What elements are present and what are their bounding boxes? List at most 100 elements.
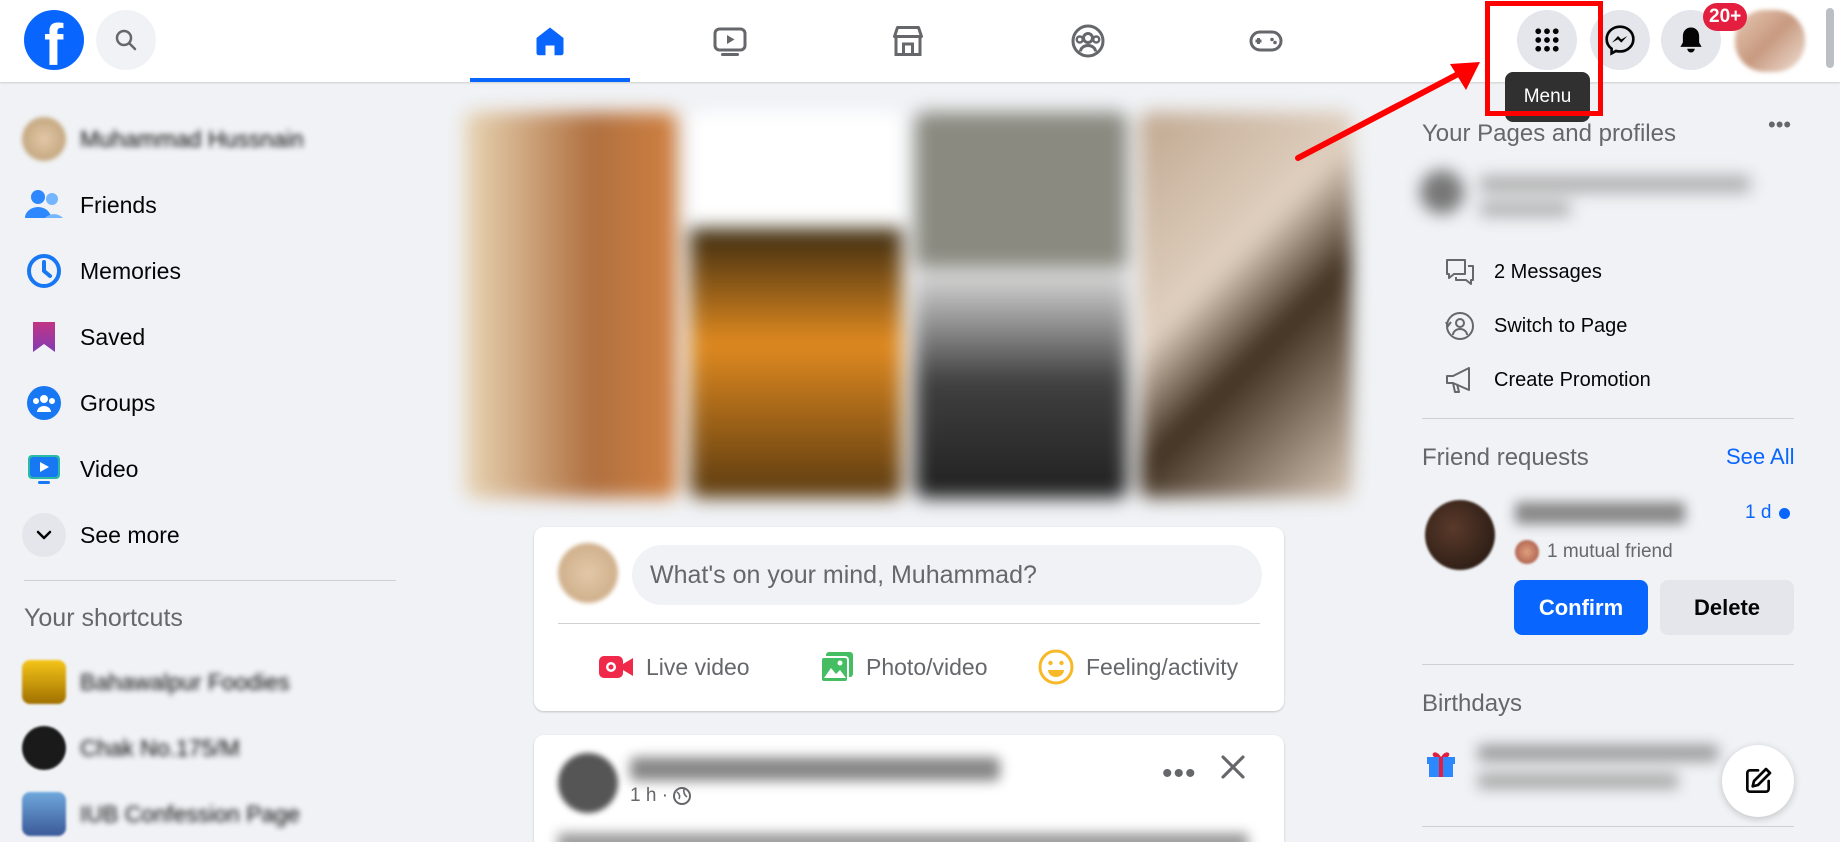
annotation-arrow [1295,62,1480,161]
shortcuts-title: Your shortcuts [24,604,183,632]
bookmark-icon [33,322,55,352]
sidebar-item-label: Friends [80,191,157,218]
stories-carousel[interactable] [465,112,1357,498]
shortcut-avatar [22,792,66,836]
pages-more-button[interactable]: ••• [1768,112,1791,138]
shortcut-item[interactable]: IUB Confession Page [22,789,402,839]
photo-video-button[interactable]: Photo/video [820,637,987,697]
shortcut-item[interactable]: Chak No.175/M [22,723,402,773]
post-author-name[interactable] [630,757,1000,781]
post-close-button[interactable] [1218,749,1248,791]
groups-icon [1071,24,1105,58]
sidebar-item-label: Groups [80,389,156,416]
groups-icon [27,386,61,420]
sidebar-item-video[interactable]: Video [22,444,402,494]
profile-name: Muhammad Hussnain [80,125,304,152]
gift-icon [1424,745,1458,784]
feeling-activity-label: Feeling/activity [1086,653,1239,680]
home-icon [536,27,564,56]
sidebar-divider [24,580,396,581]
mutual-friends[interactable]: 1 mutual friend [1515,540,1673,564]
compose-icon [1746,767,1772,793]
mutual-friend-avatar [1515,540,1539,564]
shortcut-label: Chak No.175/M [80,734,240,761]
live-video-icon [599,656,633,678]
shortcut-avatar [22,660,66,704]
post-timestamp[interactable]: 1 h · [630,785,692,807]
sidebar-item-label: Memories [80,257,181,284]
see-all-link[interactable]: See All [1726,444,1795,470]
post-author-avatar[interactable] [558,753,618,813]
memories-icon [27,254,61,288]
delete-button[interactable]: Delete [1660,580,1794,635]
switch-to-page-item[interactable]: Switch to Page [1440,306,1627,346]
right-divider [1422,826,1794,827]
facebook-logo[interactable]: f [24,10,84,76]
profile-avatar [22,117,66,161]
create-promotion-item[interactable]: Create Promotion [1440,360,1651,400]
page-messages-item[interactable]: 2 Messages [1440,252,1602,292]
bell-icon [1680,27,1702,53]
tab-home[interactable] [470,0,630,82]
birthday-text[interactable] [1478,745,1738,797]
story-card[interactable] [690,112,902,498]
live-video-button[interactable]: Live video [598,637,750,697]
feeling-activity-button[interactable]: Feeling/activity [1038,637,1238,697]
gaming-icon [1249,30,1283,52]
sidebar-item-label: Video [80,455,139,482]
friend-requests-title: Friend requests [1422,444,1589,471]
friend-request-name[interactable] [1515,502,1685,524]
shortcut-label: Bahawalpur Foodies [80,668,290,695]
sidebar-item-friends[interactable]: Friends [22,180,402,230]
smiley-icon [1038,649,1074,685]
photo-video-label: Photo/video [866,653,988,680]
tab-video[interactable] [650,0,810,82]
video-icon [713,27,747,56]
sidebar-item-groups[interactable]: Groups [22,378,402,428]
create-story-card[interactable] [465,112,677,498]
right-divider [1422,418,1794,419]
sidebar-item-saved[interactable]: Saved [22,312,402,362]
friend-request-avatar[interactable] [1425,500,1495,570]
tab-marketplace[interactable] [828,0,988,82]
marketplace-icon [893,26,923,56]
story-card[interactable] [1140,112,1352,498]
composer-avatar[interactable] [558,543,618,603]
tab-groups[interactable] [1008,0,1168,82]
shortcut-label: IUB Confession Page [80,800,300,827]
sidebar-item-label: See more [80,521,180,548]
chevron-down-icon [36,530,52,540]
page-profile-item[interactable] [1420,166,1760,226]
close-icon [1221,755,1245,779]
unread-dot [1779,507,1791,519]
scrollbar[interactable] [1826,8,1834,68]
search-button[interactable] [96,10,156,70]
megaphone-icon [1446,367,1470,393]
post-body-text [558,833,1248,842]
annotation-highlight-box [1485,1,1603,116]
sidebar-item-memories[interactable]: Memories [22,246,402,296]
friend-request-age: 1 d [1745,502,1791,524]
sidebar-item-label: Saved [80,323,146,350]
messenger-icon [1605,25,1635,56]
messages-icon [1446,259,1474,285]
feed-post: 1 h · ••• [534,735,1284,842]
confirm-button[interactable]: Confirm [1514,580,1648,635]
story-card[interactable] [915,112,1127,498]
switch-profile-icon [1445,312,1474,340]
shortcut-item[interactable]: Bahawalpur Foodies [22,657,402,707]
notification-badge: 20+ [1703,3,1748,31]
new-message-button[interactable] [1722,745,1794,817]
shortcut-avatar [22,726,66,770]
globe-icon [673,787,692,805]
birthdays-title: Birthdays [1422,690,1523,717]
search-icon [115,29,137,51]
composer-input[interactable]: What's on your mind, Muhammad? [632,545,1262,605]
live-video-label: Live video [646,653,750,680]
post-more-options-button[interactable]: ••• [1162,757,1197,791]
right-divider [1422,664,1794,665]
sidebar-see-more[interactable]: See more [22,510,402,560]
sidebar-profile[interactable]: Muhammad Hussnain [22,114,402,164]
friends-icon [25,190,63,218]
photo-icon [820,652,853,683]
